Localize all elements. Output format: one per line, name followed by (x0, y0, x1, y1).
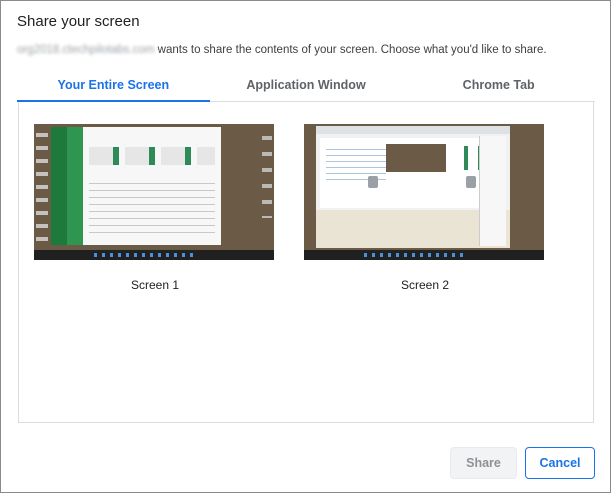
browser-tab-bar (316, 126, 510, 134)
screen-1-label: Screen 1 (130, 278, 180, 292)
taskbar-icons (94, 253, 194, 257)
tab-application-window[interactable]: Application Window (210, 69, 403, 101)
desktop-icons-right (262, 128, 272, 218)
taskbar (34, 250, 274, 260)
requesting-origin: org2018.ctechpilotabs.com (17, 44, 155, 56)
share-screen-dialog: Share your screen org2018.ctechpilotabs.… (0, 0, 611, 493)
avatar (368, 176, 378, 188)
screen-option-1[interactable]: Screen 1 (34, 124, 276, 292)
share-button[interactable]: Share (450, 447, 517, 479)
dialog-title: Share your screen (17, 13, 140, 30)
screen-1-thumbnail[interactable] (34, 124, 274, 260)
app-sidebar (67, 127, 83, 245)
tab-chrome-tab[interactable]: Chrome Tab (402, 69, 595, 101)
screen-option-2[interactable]: Screen 2 (304, 124, 546, 292)
avatar (466, 176, 476, 188)
screen-list-panel: Screen 1 Screen 2 (18, 102, 594, 423)
app-cards (89, 147, 215, 165)
source-tabs: Your Entire Screen Application Window Ch… (17, 69, 595, 102)
app-rows (89, 177, 215, 237)
taskbar-icons (364, 253, 464, 257)
desktop-icons (36, 128, 48, 248)
cancel-button[interactable]: Cancel (525, 447, 595, 479)
dialog-description: org2018.ctechpilotabs.com wants to share… (17, 44, 547, 56)
side-window (479, 136, 506, 246)
nested-screen-preview (386, 144, 446, 172)
description-text: wants to share the contents of your scre… (154, 44, 547, 56)
tab-entire-screen[interactable]: Your Entire Screen (17, 69, 210, 102)
taskbar (304, 250, 544, 260)
app-nav-bar (51, 127, 67, 245)
screen-2-label: Screen 2 (400, 278, 450, 292)
browser-window (316, 126, 510, 248)
screen-2-thumbnail[interactable] (304, 124, 544, 260)
app-window (83, 127, 221, 245)
